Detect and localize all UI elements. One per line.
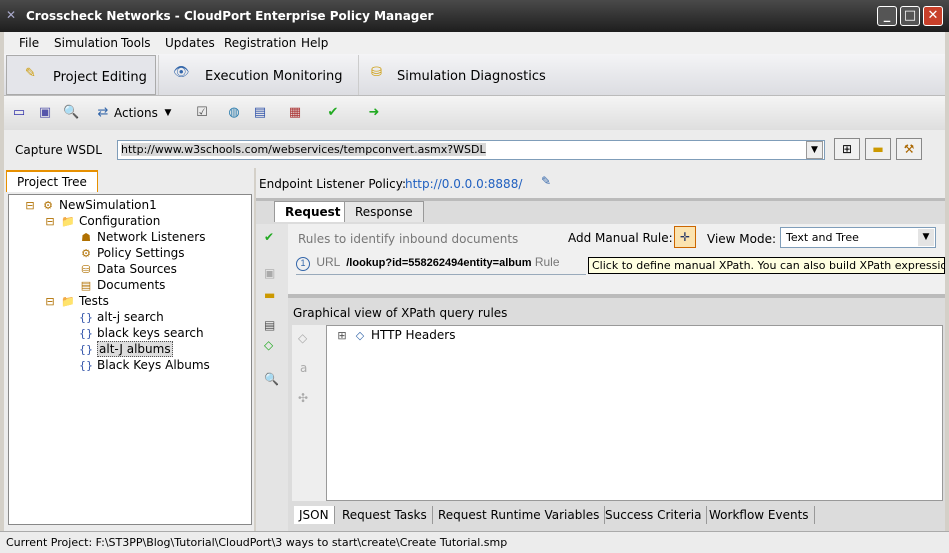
menu-tools[interactable]: Tools (121, 36, 151, 50)
menu-updates[interactable]: Updates (165, 36, 215, 50)
graph-label: Graphical view of XPath query rules (293, 306, 508, 320)
mode-bar: ✎ Project Editing 👁 Execution Monitoring ⛁… (4, 54, 945, 96)
tree-node-data-sources[interactable]: ⛁ Data Sources (79, 262, 177, 276)
attribute-icon[interactable]: a (300, 361, 307, 375)
tab-json[interactable]: JSON (294, 506, 335, 524)
tab-response[interactable]: Response (344, 201, 424, 222)
menu-registration[interactable]: Registration (224, 36, 296, 50)
tab-success-criteria[interactable]: Success Criteria (600, 506, 708, 524)
menu-simulation[interactable]: Simulation (54, 36, 118, 50)
tree-node-simulation[interactable]: ⊟ ⚙ NewSimulation1 (23, 198, 156, 212)
add-manual-rule-label: Add Manual Rule: (568, 231, 673, 245)
pencil-icon: ✎ (25, 66, 36, 81)
mode-execution-monitoring[interactable]: 👁 Execution Monitoring (158, 55, 358, 95)
check-icon[interactable]: ✔ (325, 105, 341, 121)
edit-endpoint-icon[interactable]: ✎ (541, 174, 551, 188)
mode-simulation-diagnostics[interactable]: ⛁ Simulation Diagnostics (358, 55, 558, 95)
menu-help[interactable]: Help (301, 36, 328, 50)
rules-label: Rules to identify inbound documents (298, 232, 519, 246)
node-icon[interactable]: ✣ (298, 391, 308, 405)
preview-icon[interactable]: 🔍 (63, 105, 79, 121)
project-tree: ⊟ ⚙ NewSimulation1 ⊟ 📁 Configuration ☗ Networ… (8, 194, 252, 525)
capture-button[interactable]: ⊞ (834, 138, 860, 160)
tab-request-runtime-variables[interactable]: Request Runtime Variables (433, 506, 606, 524)
request-editor-panel: Endpoint Listener Policy: http://0.0.0.0… (256, 168, 945, 531)
code-icon[interactable]: ◇ (264, 338, 273, 352)
window-icon[interactable]: ▤ (252, 105, 268, 121)
open-icon[interactable]: ▭ (11, 105, 27, 121)
grid-icon[interactable]: ▦ (287, 105, 303, 121)
tree-node-documents[interactable]: ▤ Documents (79, 278, 166, 292)
view-mode-label: View Mode: (707, 232, 777, 246)
rule-number: 1 (296, 257, 310, 271)
save-icon[interactable]: ▣ (37, 105, 53, 121)
rule-type: URL (316, 255, 340, 269)
tooltip: Click to define manual XPath. You can al… (588, 257, 945, 274)
maximize-button[interactable]: □ (900, 6, 920, 26)
xpath-graph-view: ⊞ ◇ HTTP Headers (326, 325, 943, 501)
run-arrow-icon[interactable]: ➜ (366, 105, 382, 121)
actions-dropdown-icon[interactable]: ▼ (160, 105, 176, 121)
tree-node-configuration[interactable]: ⊟ 📁 Configuration (43, 214, 160, 228)
tree-node-policy-settings[interactable]: ⚙ Policy Settings (79, 246, 185, 260)
title-bar: ✕ Crosscheck Networks - CloudPort Enterp… (0, 0, 949, 32)
globe-icon[interactable]: ◍ (226, 105, 242, 121)
tree-node-test-selected[interactable]: {} alt-J albums (79, 341, 173, 357)
menu-bar: File Simulation Tools Updates Registrati… (4, 32, 945, 54)
tree-node-network-listeners[interactable]: ☗ Network Listeners (79, 230, 205, 244)
endpoint-link[interactable]: http://0.0.0.0:8888/ (405, 177, 522, 191)
side-toolbar: ✔ ▣ ▬ ▤ ◇ 🔍 (256, 224, 288, 531)
wsdl-dropdown-button[interactable]: ▼ (806, 141, 823, 159)
search-icon[interactable]: 🔍 (264, 372, 279, 386)
check-icon[interactable]: ✔ (264, 230, 274, 244)
document-icon[interactable]: ▣ (264, 266, 275, 280)
minimize-button[interactable]: _ (877, 6, 897, 26)
add-manual-rule-button[interactable]: ✛ (674, 226, 696, 248)
comment-icon[interactable]: ▤ (264, 318, 275, 332)
mode-project-editing[interactable]: ✎ Project Editing (6, 55, 156, 95)
graph-toolbar: ◇ a ✣ (292, 325, 326, 501)
project-tree-panel: Project Tree ⊟ ⚙ NewSimulation1 ⊟ 📁 Configur… (4, 168, 254, 531)
validate-icon[interactable]: ☑ (194, 105, 210, 121)
actions-button[interactable]: Actions (114, 106, 158, 120)
app-logo-icon: ✕ (6, 8, 17, 22)
endpoint-label: Endpoint Listener Policy: (259, 177, 407, 191)
folder-icon[interactable]: ▬ (264, 288, 275, 302)
toolbar: ▭ ▣ 🔍 ⇄ Actions ▼ ☑ ◍ ▤ ▦ ✔ ➜ (4, 96, 945, 130)
wizard-button[interactable]: ⚒ (896, 138, 922, 160)
menu-file[interactable]: File (19, 36, 39, 50)
wsdl-url-input[interactable]: http://www.w3schools.com/webservices/tem… (117, 140, 825, 160)
code-icon[interactable]: ◇ (298, 331, 307, 345)
tab-request[interactable]: Request (274, 201, 352, 222)
rule-suffix: Rule (534, 255, 560, 269)
tab-project-tree[interactable]: Project Tree (6, 170, 98, 192)
diagnostics-icon: ⛁ (371, 65, 382, 80)
window-title: Crosscheck Networks - CloudPort Enterpri… (26, 9, 434, 23)
rule-row[interactable]: 1 URL /lookup?id=558262494entity=album R… (296, 255, 586, 275)
rule-value: /lookup?id=558262494entity=album (346, 257, 532, 269)
view-mode-select[interactable]: Text and Tree ▼ (780, 227, 936, 248)
browse-folder-button[interactable]: ▬ (865, 138, 891, 160)
tab-workflow-events[interactable]: Workflow Events (704, 506, 815, 524)
tree-node-test[interactable]: {} Black Keys Albums (79, 358, 210, 372)
tab-request-tasks[interactable]: Request Tasks (337, 506, 433, 524)
actions-icon[interactable]: ⇄ (95, 105, 111, 121)
tree-node-test[interactable]: {} black keys search (79, 326, 204, 340)
close-button[interactable]: ✕ (923, 6, 943, 26)
chevron-down-icon: ▼ (918, 229, 934, 246)
eye-icon: 👁 (173, 65, 190, 80)
splitter[interactable] (288, 294, 945, 298)
tree-node-tests[interactable]: ⊟ 📁 Tests (43, 294, 109, 308)
tree-node-http-headers[interactable]: ⊞ ◇ HTTP Headers (335, 328, 455, 342)
status-bar: Current Project: F:\ST3PP\Blog\Tutorial\… (0, 531, 949, 553)
tree-node-test[interactable]: {} alt-j search (79, 310, 164, 324)
wsdl-row: Capture WSDL http://www.w3schools.com/we… (4, 130, 945, 168)
wsdl-label: Capture WSDL (15, 143, 102, 157)
